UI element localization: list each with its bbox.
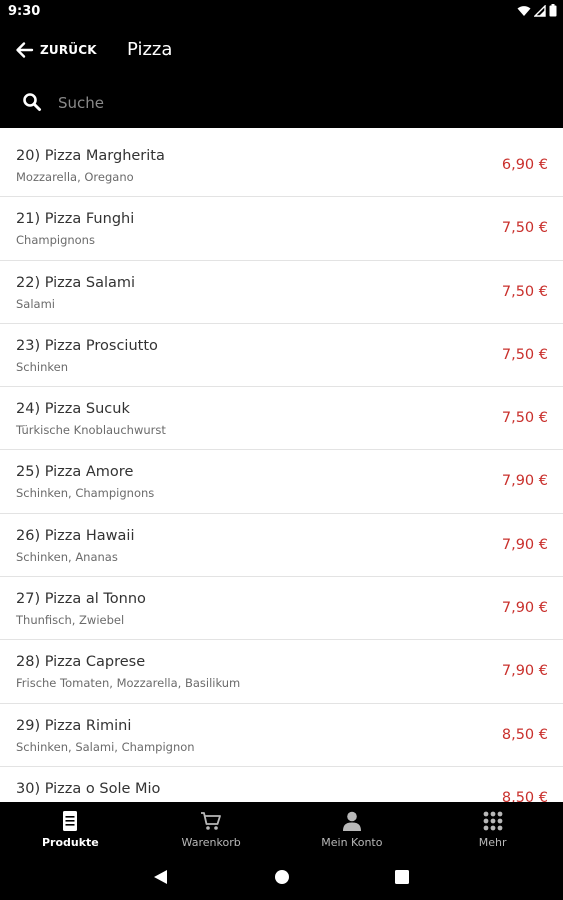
search-icon[interactable] [22, 92, 42, 112]
search-input[interactable] [56, 88, 540, 118]
status-bar: 9:30 [0, 0, 563, 24]
cart-icon [201, 812, 222, 830]
account-icon [342, 811, 361, 831]
list-item[interactable]: 25) Pizza Amore Schinken, Champignons 7,… [0, 450, 563, 514]
item-price: 7,50 € [501, 410, 548, 427]
item-description: Mozzarella, Oregano [16, 170, 134, 184]
tab-warenkorb[interactable]: Warenkorb [141, 802, 282, 854]
bottom-navigation: Produkte Warenkorb Mein Konto Mehr [0, 802, 563, 854]
back-triangle-icon[interactable] [153, 869, 168, 885]
page-title: Pizza [127, 39, 173, 60]
item-name: 23) Pizza Prosciutto [16, 337, 158, 354]
item-name: 26) Pizza Hawaii [16, 527, 135, 544]
list-item[interactable]: 23) Pizza Prosciutto Schinken 7,50 € [0, 324, 563, 388]
item-name: 20) Pizza Margherita [16, 148, 165, 164]
item-price: 7,90 € [501, 663, 548, 680]
list-item[interactable]: 21) Pizza Funghi Champignons 7,50 € [0, 197, 563, 261]
status-icons [517, 4, 557, 17]
tab-mehr[interactable]: Mehr [422, 802, 563, 854]
status-time: 9:30 [8, 4, 41, 19]
item-description: Thunfisch, Zwiebel [16, 613, 125, 628]
nav-label: Produkte [41, 836, 99, 849]
recents-square-icon[interactable] [394, 869, 410, 885]
item-price: 7,90 € [501, 600, 548, 617]
battery-icon [549, 4, 557, 17]
item-price: 8,50 € [501, 789, 548, 802]
list-item[interactable]: 27) Pizza al Tonno Thunfisch, Zwiebel 7,… [0, 577, 563, 641]
app-bar: ZURÜCK Pizza [0, 24, 563, 128]
item-name: 24) Pizza Sucuk [16, 401, 130, 418]
more-grid-icon [483, 811, 503, 831]
item-name: 30) Pizza o Sole Mio [16, 780, 161, 797]
item-name: 21) Pizza Funghi [16, 211, 135, 228]
item-price: 7,90 € [501, 536, 548, 553]
item-price: 7,50 € [501, 346, 548, 363]
list-item[interactable]: 26) Pizza Hawaii Schinken, Ananas 7,90 € [0, 514, 563, 578]
item-description: Schinken, Salami, Champignon [16, 739, 195, 754]
item-description: Türkische Knoblauchwurst [16, 423, 166, 438]
product-list: 20) Pizza Margherita Mozzarella, Oregano… [0, 134, 563, 802]
item-price: 6,90 € [501, 157, 548, 173]
tab-produkte[interactable]: Produkte [0, 802, 141, 854]
home-circle-icon[interactable] [274, 869, 290, 885]
item-description: Salami [16, 296, 55, 311]
tab-mein-konto[interactable]: Mein Konto [282, 802, 423, 854]
nav-label: Mein Konto [321, 836, 383, 849]
item-price: 7,50 € [501, 220, 548, 237]
system-navigation-bar [0, 854, 563, 900]
item-name: 27) Pizza al Tonno [16, 591, 146, 608]
wifi-icon [517, 5, 531, 16]
item-description: Schinken, Ananas [16, 549, 118, 564]
list-item[interactable]: 30) Pizza o Sole Mio 8,50 € [0, 767, 563, 802]
nav-label: Warenkorb [181, 836, 241, 849]
item-description: Schinken, Champignons [16, 486, 155, 501]
item-description: Schinken [16, 359, 69, 374]
signal-icon [534, 4, 546, 17]
item-name: 22) Pizza Salami [16, 274, 136, 291]
list-item[interactable]: 20) Pizza Margherita Mozzarella, Oregano… [0, 134, 563, 198]
list-item[interactable]: 22) Pizza Salami Salami 7,50 € [0, 261, 563, 324]
search-bar [0, 84, 563, 120]
arrow-left-icon [16, 42, 34, 58]
list-item[interactable]: 29) Pizza Rimini Schinken, Salami, Champ… [0, 704, 563, 767]
products-icon [63, 811, 78, 831]
item-price: 7,90 € [501, 473, 548, 490]
back-label: ZURÜCK [40, 43, 97, 57]
item-description: Frische Tomaten, Mozzarella, Basilikum [16, 676, 241, 691]
item-name: 29) Pizza Rimini [16, 717, 132, 734]
back-button[interactable]: ZURÜCK [14, 38, 97, 62]
list-item[interactable]: 28) Pizza Caprese Frische Tomaten, Mozza… [0, 640, 563, 704]
item-price: 7,50 € [501, 283, 548, 300]
nav-label: Mehr [478, 836, 507, 849]
item-description: Champignons [16, 233, 95, 248]
item-name: 25) Pizza Amore [16, 464, 134, 481]
list-item[interactable]: 24) Pizza Sucuk Türkische Knoblauchwurst… [0, 387, 563, 451]
item-price: 8,50 € [501, 726, 548, 743]
item-name: 28) Pizza Caprese [16, 654, 146, 671]
